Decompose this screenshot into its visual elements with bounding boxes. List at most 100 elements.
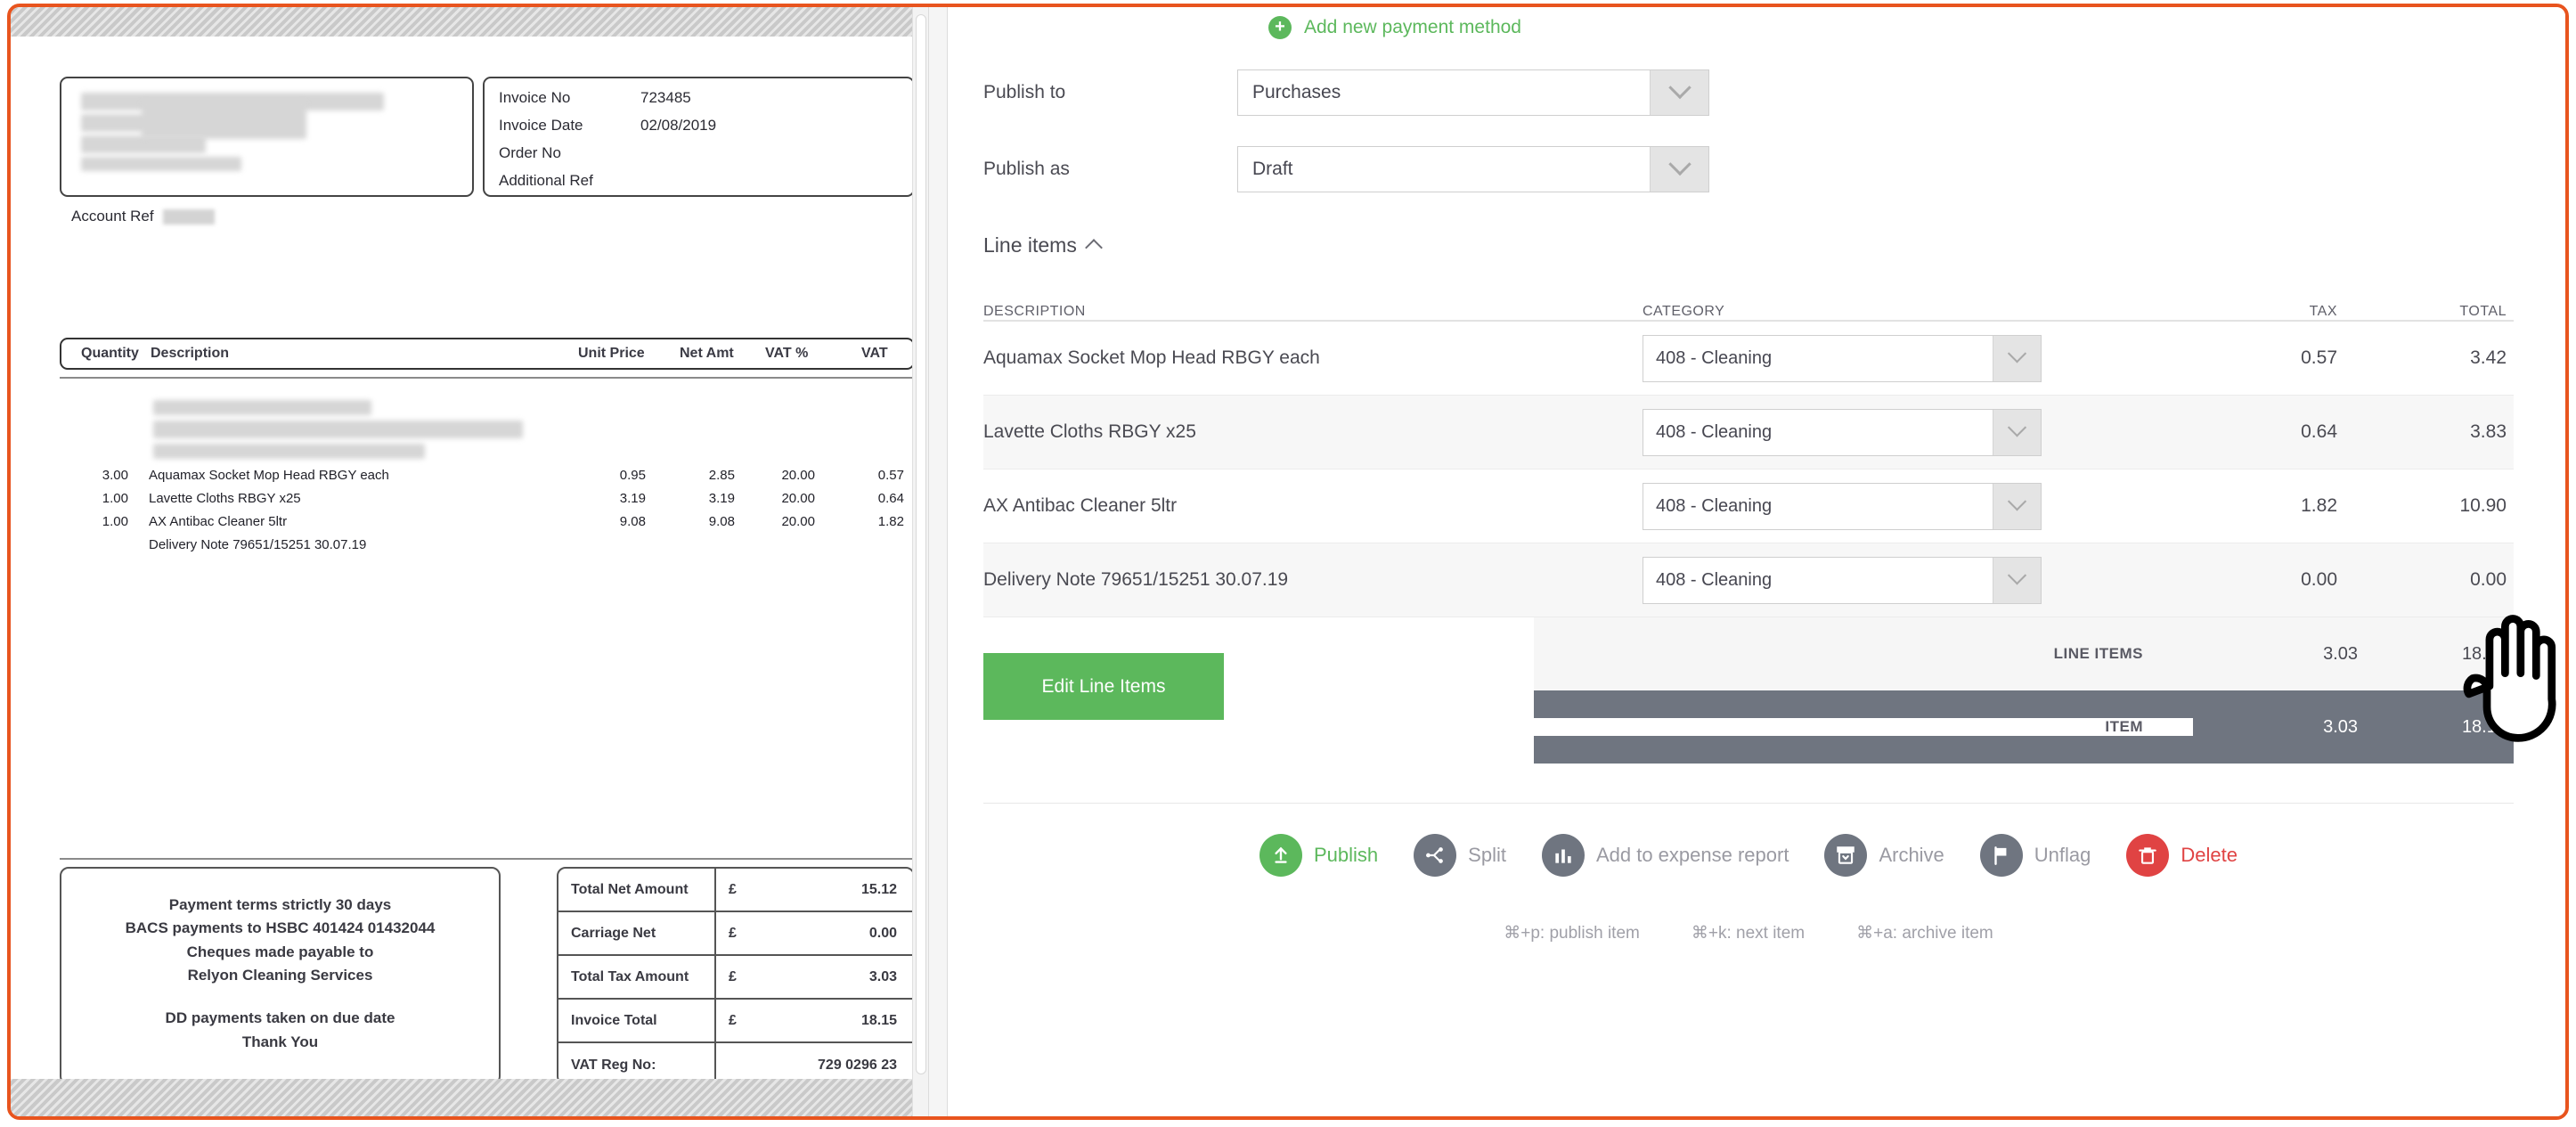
vat-reg-number: 729 0296 23 <box>818 1057 897 1073</box>
line-items-toggle[interactable]: Line items <box>983 233 1103 257</box>
category-select[interactable]: 408 - Cleaning <box>1643 556 2042 604</box>
redacted-text <box>142 100 306 139</box>
publish-to-row: Publish to Purchases <box>983 69 2514 116</box>
item-vat-pct: 20.00 <box>781 514 815 529</box>
publish-to-label: Publish to <box>983 82 1066 102</box>
totals-label: LINE ITEMS <box>2053 645 2143 662</box>
action-bar-divider <box>983 803 2514 804</box>
total-amount: 18.15 <box>860 1012 897 1028</box>
totals-tax: 3.03 <box>2323 716 2358 737</box>
item-vat: 1.82 <box>877 514 904 529</box>
category-select[interactable]: 408 - Cleaning <box>1643 334 2042 382</box>
supplier-address-box <box>60 77 474 197</box>
row-category-cell: 408 - Cleaning <box>1643 556 2088 604</box>
totals-total: 18.15 <box>2461 716 2507 737</box>
table-row: Delivery Note 79651/15251 30.07.19 408 -… <box>983 543 2514 617</box>
publish-as-value: Draft <box>1252 159 1293 179</box>
row-tax: 0.57 <box>2301 347 2337 368</box>
publish-label: Publish <box>1314 844 1379 866</box>
add-to-expense-report-button[interactable]: Add to expense report <box>1541 834 1789 877</box>
invoice-item-row: Delivery Note 79651/15251 30.07.19 <box>60 537 915 560</box>
category-select[interactable]: 408 - Cleaning <box>1643 408 2042 456</box>
terms-line-4: Relyon Cleaning Services <box>187 967 373 984</box>
document-viewer: Invoice No 723485 Invoice Date 02/08/201… <box>11 7 928 1116</box>
document-scrollbar[interactable] <box>912 7 928 1116</box>
invoice-items-header: Quantity Description Unit Price Net Amt … <box>60 338 915 370</box>
row-description: AX Antibac Cleaner 5ltr <box>983 495 1178 516</box>
category-select[interactable]: 408 - Cleaning <box>1643 482 2042 530</box>
line-items-table-header: DESCRIPTION CATEGORY TAX TOTAL <box>983 279 2514 322</box>
chevron-down-icon[interactable] <box>1650 147 1708 192</box>
archive-button[interactable]: Archive <box>1824 834 1944 877</box>
publish-as-select[interactable]: Draft <box>1237 146 1709 192</box>
col-unit-price: Unit Price <box>578 346 645 361</box>
col-net-amt: Net Amt <box>680 346 734 361</box>
row-description: Lavette Cloths RBGY x25 <box>983 421 1196 442</box>
chevron-down-icon[interactable] <box>1993 557 2041 603</box>
terms-line-6: Thank You <box>241 1033 319 1050</box>
item-desc: Lavette Cloths RBGY x25 <box>149 491 301 506</box>
totals-row-line-items: LINE ITEMS 3.03 18.15 <box>1534 617 2514 690</box>
invoice-item-row: 1.00 AX Antibac Cleaner 5ltr 9.08 9.08 2… <box>60 514 915 537</box>
archive-label: Archive <box>1879 844 1944 866</box>
add-to-expense-report-label: Add to expense report <box>1595 844 1789 866</box>
publish-button[interactable]: Publish <box>1259 834 1378 877</box>
totals-label: ITEM <box>1534 718 2193 736</box>
total-label: Invoice Total <box>571 1012 657 1028</box>
shortcut-next: ⌘+k: next item <box>1691 924 1806 943</box>
terms-line-2: BACS payments to HSBC 401424 01432044 <box>125 919 436 937</box>
document-scrollbar-thumb[interactable] <box>916 14 926 1074</box>
row-total: 3.42 <box>2470 347 2507 368</box>
table-row: Aquamax Socket Mop Head RBGY each 408 - … <box>983 322 2514 396</box>
chevron-down-icon[interactable] <box>1993 409 2041 455</box>
line-items-title: Line items <box>983 233 1077 257</box>
items-bottom-rule <box>60 858 915 860</box>
item-net: 3.19 <box>708 491 735 506</box>
delete-label: Delete <box>2181 844 2238 866</box>
total-label: Carriage Net <box>571 925 656 941</box>
line-items-table: DESCRIPTION CATEGORY TAX TOTAL Aquamax S… <box>983 279 2514 764</box>
row-description: Aquamax Socket Mop Head RBGY each <box>983 347 1320 368</box>
invoice-totals-table: Total Net Amount £ 15.12 Carriage Net £ … <box>557 867 915 1085</box>
chevron-down-icon[interactable] <box>1993 483 2041 529</box>
total-label: Total Net Amount <box>571 881 689 897</box>
total-label: Total Tax Amount <box>571 968 689 984</box>
currency-symbol: £ <box>714 869 755 911</box>
item-vat: 0.57 <box>877 468 904 483</box>
unflag-button[interactable]: Unflag <box>1979 834 2091 877</box>
split-label: Split <box>1468 844 1506 866</box>
chevron-down-icon[interactable] <box>1993 335 2041 381</box>
invoice-date-value: 02/08/2019 <box>640 117 717 134</box>
row-tax: 1.82 <box>2301 495 2337 516</box>
terms-line-5: DD payments taken on due date <box>165 1009 395 1027</box>
unflag-label: Unflag <box>2034 844 2091 866</box>
upload-icon <box>1259 834 1302 877</box>
delete-button[interactable]: Delete <box>2126 834 2238 877</box>
category-value: 408 - Cleaning <box>1656 421 1773 442</box>
item-qty: 1.00 <box>102 491 128 506</box>
redacted-text <box>153 444 425 459</box>
header-category: CATEGORY <box>1643 304 1725 319</box>
total-row: Total Tax Amount £ 3.03 <box>558 956 913 1000</box>
category-value: 408 - Cleaning <box>1656 495 1773 516</box>
category-value: 408 - Cleaning <box>1656 347 1773 368</box>
invoice-item-row: 3.00 Aquamax Socket Mop Head RBGY each 0… <box>60 468 915 491</box>
split-button[interactable]: Split <box>1414 834 1506 877</box>
account-ref-label: Account Ref <box>71 208 154 225</box>
add-payment-method-link[interactable]: + Add new payment method <box>1268 16 1521 39</box>
publish-to-select[interactable]: Purchases <box>1237 69 1709 116</box>
account-ref: Account Ref <box>71 208 215 225</box>
item-desc: AX Antibac Cleaner 5ltr <box>149 514 288 529</box>
row-total: 0.00 <box>2470 569 2507 590</box>
edit-line-items-button[interactable]: Edit Line Items <box>983 653 1224 720</box>
col-vat-pct: VAT % <box>765 346 809 361</box>
item-desc: Delivery Note 79651/15251 30.07.19 <box>149 537 367 552</box>
chevron-down-icon[interactable] <box>1650 70 1708 115</box>
action-bar: Publish Split Add to expense report Arch… <box>983 834 2514 877</box>
terms-line-3: Cheques made payable to <box>186 943 374 960</box>
publish-as-row: Publish as Draft <box>983 146 2514 192</box>
publish-as-label: Publish as <box>983 159 1070 179</box>
terms-line-1: Payment terms strictly 30 days <box>168 896 392 913</box>
header-description: DESCRIPTION <box>983 304 1086 319</box>
plus-icon: + <box>1268 16 1292 39</box>
